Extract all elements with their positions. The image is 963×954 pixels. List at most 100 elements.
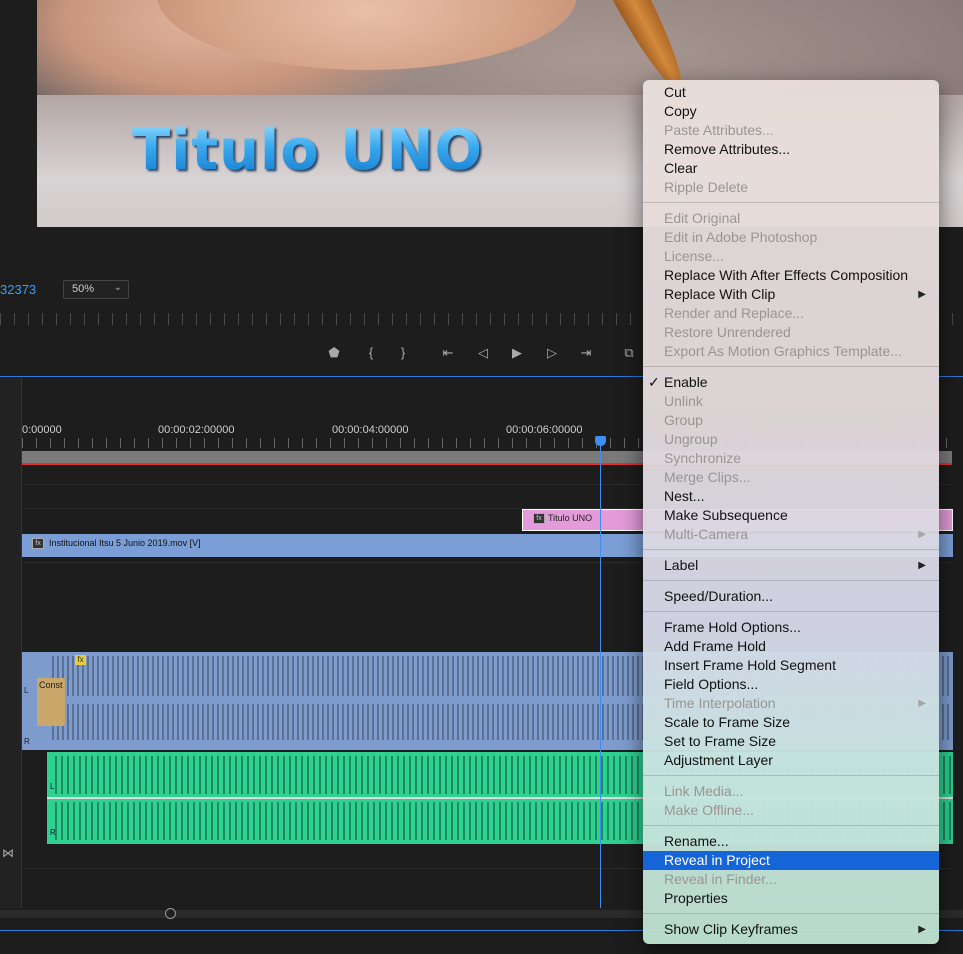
menu-item-reveal-in-finder: Reveal in Finder... xyxy=(643,870,939,889)
menu-item-license: License... xyxy=(643,247,939,266)
step-forward-icon[interactable]: ▷ xyxy=(543,345,561,361)
scrollbar-handle[interactable] xyxy=(165,908,176,919)
menu-item-rename[interactable]: Rename... xyxy=(643,832,939,851)
menu-item-label: Copy xyxy=(664,103,697,119)
menu-item-label: Make Subsequence xyxy=(664,507,788,523)
menu-item-label: Nest... xyxy=(664,488,705,504)
menu-item-enable[interactable]: ✓ Enable xyxy=(643,373,939,392)
menu-item-label: Reveal in Project xyxy=(664,852,770,868)
menu-item-make-subsequence[interactable]: Make Subsequence xyxy=(643,506,939,525)
menu-item-replace-with-after-effects-composition[interactable]: Replace With After Effects Composition xyxy=(643,266,939,285)
in-point-icon[interactable]: { xyxy=(362,345,380,360)
menu-item-copy[interactable]: Copy xyxy=(643,102,939,121)
menu-item-label: Render and Replace... xyxy=(664,305,805,321)
menu-item-edit-in-adobe-photoshop: Edit in Adobe Photoshop xyxy=(643,228,939,247)
video-clip-label: Institucional Itsu 5 Junio 2019.mov [V] xyxy=(49,538,201,548)
menu-item-label: Paste Attributes... xyxy=(664,122,774,138)
menu-separator xyxy=(643,908,939,920)
menu-item-ripple-delete: Ripple Delete xyxy=(643,178,939,197)
fx-badge-icon: fx xyxy=(32,538,44,549)
menu-item-edit-original: Edit Original xyxy=(643,209,939,228)
menu-separator xyxy=(643,606,939,618)
playhead-timecode[interactable]: 32373 xyxy=(0,282,36,297)
menu-item-adjustment-layer[interactable]: Adjustment Layer xyxy=(643,751,939,770)
menu-item-label: Time Interpolation xyxy=(664,695,776,711)
video-frame-finger xyxy=(157,0,577,70)
clip-context-menu: Cut Copy Paste Attributes... Remove Attribu… xyxy=(643,80,939,944)
submenu-arrow-icon: ▶ xyxy=(918,698,926,709)
timecode-label: 0:00000 xyxy=(22,424,62,436)
menu-item-label[interactable]: Label ▶ xyxy=(643,556,939,575)
chevron-down-icon: ⌄ xyxy=(113,282,122,293)
submenu-arrow-icon: ▶ xyxy=(918,924,926,935)
menu-item-label: Group xyxy=(664,412,703,428)
menu-item-label: Link Media... xyxy=(664,783,744,799)
menu-item-nest[interactable]: Nest... xyxy=(643,487,939,506)
menu-item-label: Synchronize xyxy=(664,450,742,466)
menu-item-label: Clear xyxy=(664,160,698,176)
menu-item-label: Unlink xyxy=(664,393,703,409)
menu-item-label: Merge Clips... xyxy=(664,469,751,485)
menu-item-label: Frame Hold Options... xyxy=(664,619,801,635)
timecode-label: 00:00:06:00000 xyxy=(506,424,583,436)
menu-item-label: Ungroup xyxy=(664,431,718,447)
track-headers xyxy=(0,378,22,908)
channel-label-right: R xyxy=(50,828,56,837)
channel-label-left: L xyxy=(50,782,55,791)
menu-item-label: Adjustment Layer xyxy=(664,752,773,768)
menu-item-make-offline: Make Offline... xyxy=(643,801,939,820)
menu-item-insert-frame-hold-segment[interactable]: Insert Frame Hold Segment xyxy=(643,656,939,675)
transition-constant-power[interactable]: Const xyxy=(37,678,65,726)
menu-item-cut[interactable]: Cut xyxy=(643,83,939,102)
marker-icon[interactable]: ⬟ xyxy=(325,345,343,361)
menu-item-label: Show Clip Keyframes xyxy=(664,921,798,937)
go-to-out-icon[interactable]: ⇥ xyxy=(577,345,595,361)
menu-separator xyxy=(643,820,939,832)
menu-item-label: Cut xyxy=(664,84,686,100)
menu-item-label: Export As Motion Graphics Template... xyxy=(664,343,902,359)
menu-separator xyxy=(643,770,939,782)
menu-item-scale-to-frame-size[interactable]: Scale to Frame Size xyxy=(643,713,939,732)
menu-item-label: Add Frame Hold xyxy=(664,638,766,654)
menu-item-label: Speed/Duration... xyxy=(664,588,773,604)
menu-item-label: Edit in Adobe Photoshop xyxy=(664,229,818,245)
playhead-handle[interactable] xyxy=(595,436,606,446)
menu-item-label: Field Options... xyxy=(664,676,759,692)
go-to-in-icon[interactable]: ⇤ xyxy=(439,345,457,361)
zoom-to-sequence-icon[interactable]: ⋈ xyxy=(2,846,14,860)
menu-item-field-options[interactable]: Field Options... xyxy=(643,675,939,694)
menu-separator xyxy=(643,544,939,556)
menu-item-label: Replace With After Effects Composition xyxy=(664,267,909,283)
menu-item-label: Restore Unrendered xyxy=(664,324,791,340)
menu-item-multi-camera: Multi-Camera ▶ xyxy=(643,525,939,544)
menu-item-remove-attributes[interactable]: Remove Attributes... xyxy=(643,140,939,159)
menu-separator xyxy=(643,361,939,373)
timecode-label: 00:00:04:00000 xyxy=(332,424,409,436)
step-back-icon[interactable]: ◁ xyxy=(474,345,492,361)
menu-item-label: Ripple Delete xyxy=(664,179,749,195)
menu-item-frame-hold-options[interactable]: Frame Hold Options... xyxy=(643,618,939,637)
play-icon[interactable]: ▶ xyxy=(508,345,526,361)
menu-item-replace-with-clip[interactable]: Replace With Clip ▶ xyxy=(643,285,939,304)
menu-item-add-frame-hold[interactable]: Add Frame Hold xyxy=(643,637,939,656)
fx-badge-icon: fx xyxy=(533,513,545,524)
menu-item-group: Group xyxy=(643,411,939,430)
menu-item-label: Rename... xyxy=(664,833,729,849)
menu-item-show-clip-keyframes[interactable]: Show Clip Keyframes ▶ xyxy=(643,920,939,939)
out-point-icon[interactable]: } xyxy=(394,345,412,360)
submenu-arrow-icon: ▶ xyxy=(918,289,926,300)
menu-item-speed-duration[interactable]: Speed/Duration... xyxy=(643,587,939,606)
title-clip-label: Titulo UNO xyxy=(548,513,593,523)
menu-item-set-to-frame-size[interactable]: Set to Frame Size xyxy=(643,732,939,751)
menu-item-label: License... xyxy=(664,248,724,264)
playhead-line[interactable] xyxy=(600,444,601,908)
menu-item-label: Make Offline... xyxy=(664,802,755,818)
menu-item-reveal-in-project[interactable]: Reveal in Project xyxy=(643,851,939,870)
lift-icon[interactable]: ⧉ xyxy=(620,345,638,361)
title-overlay-text: Titulo UNO xyxy=(132,118,484,183)
menu-item-properties[interactable]: Properties xyxy=(643,889,939,908)
menu-item-clear[interactable]: Clear xyxy=(643,159,939,178)
menu-item-merge-clips: Merge Clips... xyxy=(643,468,939,487)
zoom-level-select[interactable]: 50% ⌄ xyxy=(63,280,129,299)
zoom-level-value: 50% xyxy=(72,283,95,295)
